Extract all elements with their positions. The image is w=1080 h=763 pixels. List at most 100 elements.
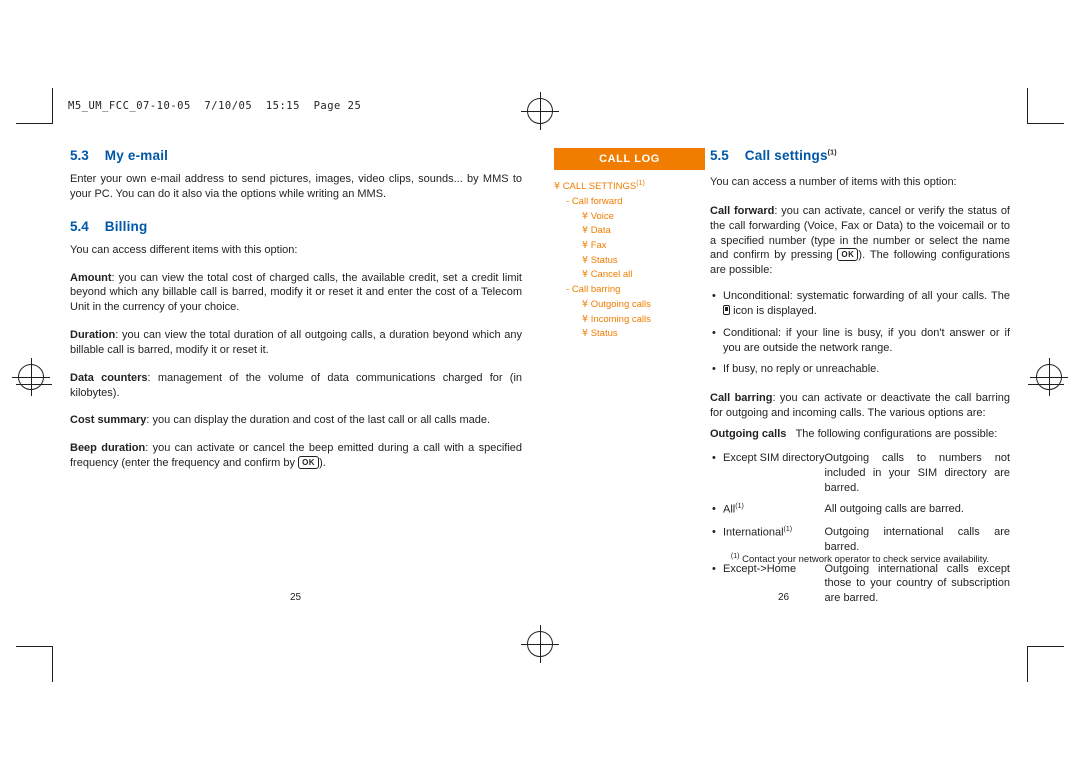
text-amount: : you can view the total cost of charged… bbox=[70, 271, 522, 314]
footnote-ref: (1) bbox=[783, 525, 793, 533]
crop-mark-bottom-left bbox=[16, 646, 52, 647]
tree-label-cancel-all: Cancel all bbox=[590, 269, 633, 281]
paragraph-data-counters: Data counters: management of the volume … bbox=[70, 371, 522, 401]
call-log-header: CALL LOG bbox=[554, 148, 705, 170]
footnote-ref: (1) bbox=[827, 149, 837, 157]
crop-mark-top-left bbox=[16, 123, 52, 124]
call-settings-tree: ¥ CALL SETTINGS(1) - Call forward ¥ Voic… bbox=[554, 179, 699, 342]
option-key-international-text: International bbox=[723, 526, 784, 539]
dash-icon: - bbox=[566, 284, 570, 296]
section-number-5-3: 5.3 bbox=[70, 148, 89, 163]
paragraph-cost-summary: Cost summary: you can display the durati… bbox=[70, 413, 522, 428]
tree-item-status-barring: ¥ Status bbox=[582, 327, 699, 342]
term-call-forward: Call forward bbox=[710, 204, 775, 217]
call-forward-bullet-list: Unconditional: systematic forwarding of … bbox=[710, 289, 1010, 377]
arrow-icon: ¥ bbox=[582, 240, 589, 252]
tree-label-outgoing-calls: Outgoing calls bbox=[590, 298, 651, 310]
arrow-icon: ¥ bbox=[582, 328, 589, 340]
tree-label-data: Data bbox=[590, 225, 611, 237]
print-slug: M5_UM_FCC_07-10-05 7/10/05 15:15 Page 25 bbox=[68, 100, 362, 112]
table-row: All(1) All outgoing calls are barred. bbox=[710, 502, 1010, 525]
section-number-5-4: 5.4 bbox=[70, 218, 89, 234]
tree-label-call-forward: Call forward bbox=[571, 195, 623, 207]
paragraph-beep-duration: Beep duration: you can activate or cance… bbox=[70, 441, 522, 471]
section-title-text: Call settings bbox=[744, 148, 828, 163]
bullet-unconditional: Unconditional: systematic forwarding of … bbox=[710, 289, 1010, 319]
crop-mark-top-right bbox=[1028, 123, 1064, 124]
footnote-marker: (1) bbox=[730, 553, 740, 560]
term-data-counters: Data counters bbox=[70, 371, 148, 384]
term-call-barring: Call barring bbox=[710, 392, 773, 405]
bullet-unconditional-text-2: icon is displayed. bbox=[733, 304, 817, 317]
tree-item-status-forward: ¥ Status bbox=[582, 254, 699, 269]
registration-mark-left bbox=[12, 358, 50, 396]
tree-label-call-barring: Call barring bbox=[571, 284, 621, 296]
table-row: Except->Home Outgoing international call… bbox=[710, 562, 1010, 614]
subheading-outgoing-calls-label: Outgoing calls bbox=[710, 427, 787, 440]
document-page: M5_UM_FCC_07-10-05 7/10/05 15:15 Page 25… bbox=[0, 0, 1080, 763]
footnote-ref: (1) bbox=[636, 180, 645, 187]
paragraph-my-email: Enter your own e-mail address to send pi… bbox=[70, 173, 522, 200]
table-row: Except SIM directory Outgoing calls to n… bbox=[710, 451, 1010, 503]
bullet-unconditional-text-1: Unconditional: systematic forwarding of … bbox=[723, 290, 1010, 303]
call-log-sidebar: CALL LOG ¥ CALL SETTINGS(1) - Call forwa… bbox=[554, 148, 705, 342]
right-text-column: 5.5 Call settings(1) You can access a nu… bbox=[710, 148, 1010, 613]
section-title-billing: Billing bbox=[104, 218, 148, 234]
paragraph-amount: Amount: you can view the total cost of c… bbox=[70, 271, 522, 316]
term-beep-duration: Beep duration bbox=[70, 442, 146, 455]
crop-mark-top-left-v bbox=[52, 88, 53, 124]
text-cost-summary: : you can display the duration and cost … bbox=[146, 414, 491, 427]
text-duration: : you can view the total duration of all… bbox=[70, 329, 522, 356]
ok-key-icon: OK bbox=[298, 456, 320, 470]
arrow-icon: ¥ bbox=[582, 254, 589, 266]
arrow-icon: ¥ bbox=[582, 225, 589, 237]
option-key-all: All(1) bbox=[710, 502, 824, 525]
paragraph-call-forward: Call forward: you can activate, cancel o… bbox=[710, 204, 1010, 278]
tree-label-status-forward: Status bbox=[590, 254, 618, 266]
arrow-icon: ¥ bbox=[582, 313, 589, 325]
tree-label-voice: Voice bbox=[590, 210, 614, 222]
subheading-outgoing-calls: Outgoing calls The following configurati… bbox=[710, 427, 1010, 442]
option-key-except-home: Except->Home bbox=[710, 562, 824, 614]
heading-billing: 5.4 Billing bbox=[70, 219, 522, 234]
text-beep-duration-tail: ). bbox=[319, 457, 326, 470]
crop-mark-bottom-right-v bbox=[1027, 646, 1028, 682]
arrow-icon: ¥ bbox=[582, 210, 589, 222]
bullet-conditional: Conditional: if your line is busy, if yo… bbox=[710, 326, 1010, 356]
term-amount: Amount bbox=[70, 271, 112, 284]
registration-mark-bottom bbox=[521, 625, 559, 663]
footnote-text: Contact your network operator to check s… bbox=[742, 554, 990, 566]
option-value-except-home: Outgoing international calls except thos… bbox=[824, 562, 1010, 605]
tree-item-call-forward: - Call forward bbox=[566, 195, 699, 210]
option-key-except-sim: Except SIM directory bbox=[710, 451, 824, 503]
option-key-all-text: All bbox=[723, 504, 736, 516]
option-value-all: All outgoing calls are barred. bbox=[824, 503, 964, 516]
paragraph-duration: Duration: you can view the total duratio… bbox=[70, 328, 522, 358]
term-duration: Duration bbox=[70, 329, 116, 342]
section-title-my-email: My e-mail bbox=[104, 148, 169, 163]
subheading-outgoing-calls-note: The following configurations are possibl… bbox=[795, 427, 998, 440]
crop-mark-bottom-left-v bbox=[52, 646, 53, 682]
footnote: (1) Contact your network operator to che… bbox=[710, 553, 1010, 565]
call-barring-options-table: Except SIM directory Outgoing calls to n… bbox=[710, 451, 1010, 613]
paragraph-billing-intro: You can access different items with this… bbox=[70, 243, 298, 256]
page-number-right: 26 bbox=[778, 592, 790, 603]
paragraph-call-barring: Call barring: you can activate or deacti… bbox=[710, 391, 1010, 421]
arrow-icon: ¥ bbox=[554, 181, 561, 193]
tree-label-call-settings: CALL SETTINGS bbox=[562, 181, 637, 193]
bullet-if-busy: If busy, no reply or unreachable. bbox=[710, 362, 1010, 377]
tree-label-fax: Fax bbox=[590, 240, 607, 252]
tree-label-status-barring: Status bbox=[590, 328, 618, 340]
tree-item-voice: ¥ Voice bbox=[582, 210, 699, 225]
tree-item-call-barring: - Call barring bbox=[566, 283, 699, 298]
tree-item-fax: ¥ Fax bbox=[582, 239, 699, 254]
tree-item-call-settings: ¥ CALL SETTINGS(1) bbox=[554, 179, 699, 195]
footnote-ref: (1) bbox=[735, 503, 744, 511]
section-number-5-5: 5.5 bbox=[710, 148, 729, 163]
registration-mark-top bbox=[521, 92, 559, 130]
tree-item-data: ¥ Data bbox=[582, 224, 699, 239]
heading-my-email: 5.3 My e-mail bbox=[70, 148, 522, 163]
tree-label-incoming-calls: Incoming calls bbox=[590, 313, 651, 325]
heading-call-settings: 5.5 Call settings(1) bbox=[710, 148, 1010, 163]
crop-mark-top-right-v bbox=[1027, 88, 1028, 124]
